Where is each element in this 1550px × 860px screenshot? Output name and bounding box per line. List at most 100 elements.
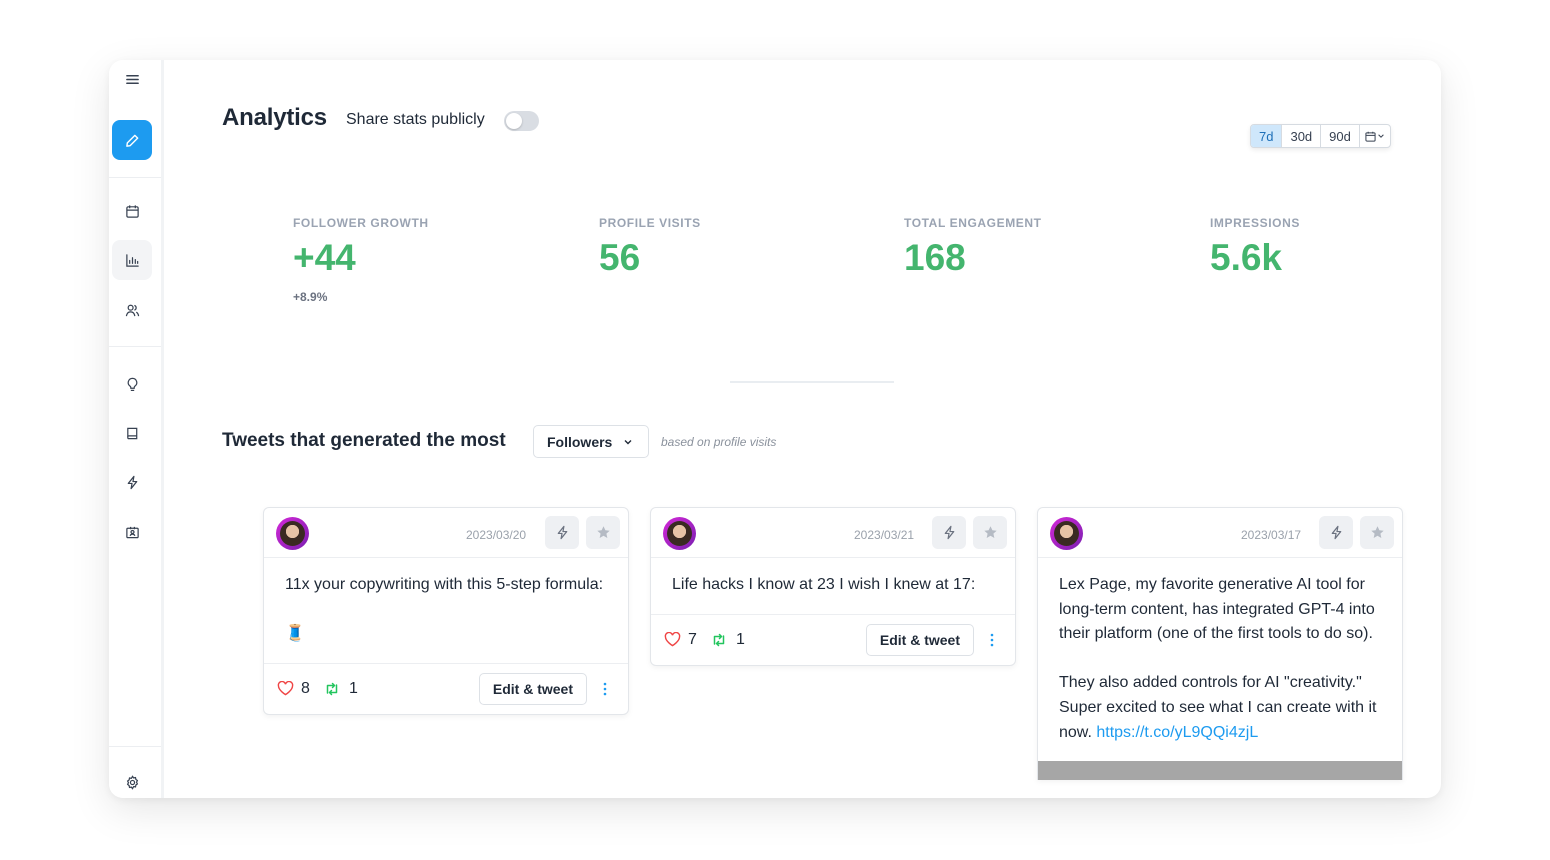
- heart-icon: [277, 681, 294, 696]
- tweet-link[interactable]: https://t.co/yL9QQi4zjL: [1096, 724, 1258, 741]
- chevron-down-icon: [1378, 134, 1384, 138]
- stat-value: 168: [904, 237, 966, 278]
- avatar: [276, 517, 309, 550]
- custom-range-button[interactable]: [1360, 125, 1390, 147]
- edit-and-tweet-button[interactable]: Edit & tweet: [865, 623, 974, 656]
- stat-label: PROFILE VISITS: [599, 216, 701, 230]
- section-title: Tweets that generated the most: [222, 430, 506, 451]
- section-divider: [730, 381, 894, 383]
- metric-select[interactable]: Followers: [533, 425, 649, 458]
- like-value: 7: [688, 630, 697, 648]
- tweet-date: 2023/03/21: [854, 528, 915, 542]
- range-30d-button[interactable]: 30d: [1282, 125, 1322, 147]
- calendar-icon: [125, 204, 139, 218]
- retweet-count: 1: [324, 680, 358, 698]
- tweet-media-preview[interactable]: [1038, 761, 1402, 781]
- favorite-button[interactable]: [973, 516, 1007, 549]
- lightbulb-icon: [127, 377, 137, 391]
- tweet-text-content: Lex Page, my favorite generative AI tool…: [1059, 576, 1377, 741]
- sidebar: [109, 60, 164, 798]
- tweet-card-header: 2023/03/21: [651, 508, 1015, 558]
- more-options-button[interactable]: [987, 631, 997, 649]
- favorite-button[interactable]: [586, 516, 620, 549]
- menu-icon[interactable]: [112, 60, 152, 98]
- sidebar-divider: [109, 177, 161, 178]
- compose-button[interactable]: [112, 120, 152, 160]
- users-icon: [125, 304, 139, 316]
- boost-button[interactable]: [932, 516, 966, 549]
- tweet-card: 2023/03/17 Lex Page, my favorite generat…: [1037, 507, 1403, 781]
- page-title: Analytics: [222, 104, 327, 131]
- range-90d-button[interactable]: 90d: [1321, 125, 1360, 147]
- pencil-icon: [125, 134, 138, 147]
- stat-value: +44: [293, 237, 356, 278]
- stat-impressions: IMPRESSIONS 5.6k: [1210, 216, 1300, 278]
- chevron-down-icon: [624, 439, 632, 444]
- avatar: [663, 517, 696, 550]
- lightning-icon: [127, 475, 137, 489]
- favorite-button[interactable]: [1360, 516, 1394, 549]
- sidebar-item-library[interactable]: [112, 413, 152, 453]
- sidebar-item-settings[interactable]: [112, 762, 152, 798]
- tweet-card: 2023/03/21 Life hacks I know at 23 I wis…: [650, 507, 1016, 666]
- share-stats-label: Share stats publicly: [346, 111, 485, 128]
- retweet-value: 1: [736, 630, 745, 648]
- book-icon: [126, 427, 137, 439]
- lightning-icon: [1331, 525, 1341, 540]
- gear-icon: [126, 774, 138, 790]
- stat-label: FOLLOWER GROWTH: [293, 216, 429, 230]
- tweet-text: Lex Page, my favorite generative AI tool…: [1038, 558, 1402, 761]
- sidebar-item-calendar[interactable]: [112, 191, 152, 231]
- more-options-button[interactable]: [600, 680, 610, 698]
- share-stats-toggle[interactable]: [504, 111, 539, 131]
- range-7d-button[interactable]: 7d: [1251, 125, 1283, 147]
- date-range-selector: 7d 30d 90d: [1250, 124, 1391, 148]
- metric-select-value: Followers: [547, 433, 613, 450]
- toggle-knob: [506, 113, 522, 129]
- stat-value: 56: [599, 237, 641, 278]
- retweet-icon: [713, 633, 725, 646]
- tweet-date: 2023/03/17: [1241, 528, 1302, 542]
- avatar: [1050, 517, 1083, 550]
- tweet-text: Life hacks I know at 23 I wish I knew at…: [672, 576, 976, 593]
- stat-change: +8.9%: [293, 289, 328, 304]
- sidebar-item-profile[interactable]: [112, 512, 152, 552]
- tweet-card: 2023/03/20 11x your copywriting with thi…: [263, 507, 629, 715]
- sidebar-divider: [109, 346, 161, 347]
- sidebar-item-ideas[interactable]: [112, 364, 152, 404]
- stat-follower-growth: FOLLOWER GROWTH +44 +8.9%: [293, 216, 429, 304]
- boost-button[interactable]: [1319, 516, 1353, 549]
- boost-button[interactable]: [545, 516, 579, 549]
- lightning-icon: [557, 525, 567, 540]
- calendar-icon: [1365, 131, 1376, 142]
- bar-chart-icon: [125, 253, 139, 267]
- tweet-card-footer: 7 1 Edit & tweet: [651, 613, 1015, 665]
- star-icon: [1370, 526, 1384, 538]
- star-icon: [983, 526, 997, 538]
- main-content: Analytics Share stats publicly 7d 30d 90…: [164, 60, 1441, 798]
- sidebar-item-people[interactable]: [112, 290, 152, 330]
- id-card-icon: [125, 526, 139, 538]
- edit-and-tweet-button[interactable]: Edit & tweet: [478, 672, 587, 705]
- tweet-text: 11x your copywriting with this 5-step fo…: [285, 576, 604, 643]
- star-icon: [596, 526, 610, 538]
- more-vertical-icon: [990, 633, 994, 646]
- sidebar-item-analytics[interactable]: [112, 240, 152, 280]
- sidebar-item-automations[interactable]: [112, 462, 152, 502]
- retweet-count: 1: [711, 631, 745, 649]
- lightning-icon: [944, 525, 954, 540]
- app-window: Analytics Share stats publicly 7d 30d 90…: [109, 60, 1441, 798]
- like-count: 8: [277, 680, 310, 698]
- tweet-card-footer: 8 1 Edit & tweet: [264, 662, 628, 714]
- like-count: 7: [664, 631, 697, 649]
- more-vertical-icon: [603, 682, 607, 696]
- tweet-date: 2023/03/20: [466, 528, 527, 542]
- retweet-icon: [326, 682, 338, 696]
- stat-label: IMPRESSIONS: [1210, 216, 1300, 230]
- retweet-value: 1: [349, 679, 358, 697]
- heart-icon: [664, 632, 681, 647]
- sidebar-divider: [109, 746, 161, 747]
- tweet-card-header: 2023/03/20: [264, 508, 628, 558]
- like-value: 8: [301, 679, 310, 697]
- tweet-card-header: 2023/03/17: [1038, 508, 1402, 558]
